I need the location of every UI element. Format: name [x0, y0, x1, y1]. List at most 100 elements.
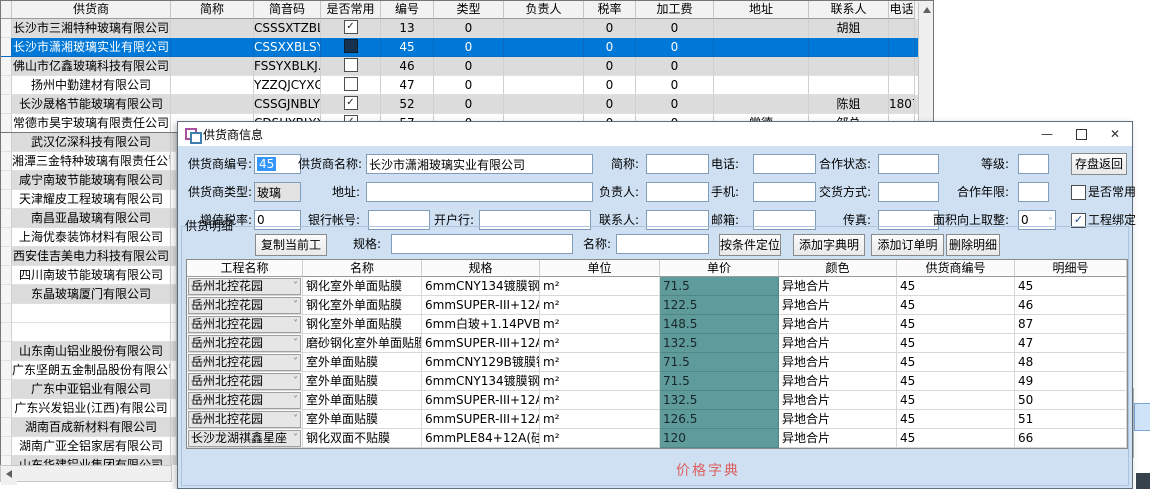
column-header[interactable]: 税率: [584, 1, 636, 19]
minimize-button[interactable]: —: [1030, 122, 1064, 146]
price-cell[interactable]: 71.5: [660, 277, 779, 296]
supplier-row[interactable]: 长沙市三湘特种玻璃有限公司CSSSXTZBL...13000胡姐: [1, 19, 933, 38]
address-cell[interactable]: [714, 76, 809, 95]
tax-cell[interactable]: 0: [584, 38, 636, 57]
supplier-name-cell[interactable]: 长沙晟格节能玻璃有限公司: [12, 95, 171, 114]
list-item[interactable]: 湖南广亚全铝家居有限公司: [1, 437, 177, 456]
id-cell[interactable]: 45: [381, 38, 434, 57]
supplier-name-cell[interactable]: 西安佳吉美电力科技有限公司: [12, 247, 171, 266]
add-dict-detail-button[interactable]: 添加字典明细: [793, 234, 865, 256]
abbr-cell[interactable]: [171, 76, 254, 95]
fee-cell[interactable]: 0: [636, 19, 714, 38]
phone-cell[interactable]: [889, 57, 915, 76]
common-use-cell[interactable]: [321, 38, 381, 57]
project-combobox[interactable]: 岳州北控花园˅: [188, 392, 301, 409]
tax-cell[interactable]: 0: [584, 95, 636, 114]
list-item[interactable]: 上海优泰装饰材料有限公司: [1, 228, 177, 247]
delivery-input[interactable]: [878, 182, 939, 202]
supplier-id-input[interactable]: 45: [254, 154, 301, 174]
supplier-id-cell[interactable]: 45: [897, 277, 1015, 296]
product-name-cell[interactable]: 钢化双面不贴膜: [303, 429, 422, 448]
list-item[interactable]: 山东华建铝业集团有限公司: [1, 456, 177, 465]
abbr-input[interactable]: [646, 154, 709, 174]
list-item[interactable]: 山东南山铝业股份有限公司: [1, 342, 177, 361]
supplier-id-cell[interactable]: 45: [897, 334, 1015, 353]
abbr-cell[interactable]: [171, 57, 254, 76]
spec-cell[interactable]: 6mmSUPER-III+12A(硅...: [422, 391, 540, 410]
detail-row[interactable]: 岳州北控花园˅室外单面贴膜6mmSUPER-III+12A(硅...m²132.…: [187, 391, 1127, 410]
project-combobox[interactable]: 岳州北控花园˅: [188, 373, 301, 390]
color-cell[interactable]: 异地合片: [779, 353, 897, 372]
project-cell[interactable]: 岳州北控花园˅: [187, 372, 303, 391]
contact-cell[interactable]: 胡姐: [809, 19, 889, 38]
address-input[interactable]: [366, 182, 593, 202]
supplier-row[interactable]: 扬州中勤建材有限公司YZZQJCYXGS47000: [1, 76, 933, 95]
supplier-name-cell[interactable]: 南昌亚晶玻璃有限公司: [12, 209, 171, 228]
phone-cell[interactable]: 180751: [889, 95, 915, 114]
id-cell[interactable]: 52: [381, 95, 434, 114]
detail-id-cell[interactable]: 50: [1015, 391, 1127, 410]
column-header[interactable]: 简音码: [254, 1, 321, 19]
checkbox-icon[interactable]: [344, 58, 358, 72]
supplier-id-cell[interactable]: 45: [897, 296, 1015, 315]
manager-cell[interactable]: [504, 38, 584, 57]
list-item[interactable]: 广东兴发铝业(江西)有限公司: [1, 399, 177, 418]
supplier-name-input[interactable]: [366, 154, 593, 174]
unit-cell[interactable]: m²: [540, 353, 660, 372]
detail-row[interactable]: 岳州北控花园˅室外单面贴膜6mmCNY134镀膜钢化m²71.5异地合片4549: [187, 372, 1127, 391]
unit-cell[interactable]: m²: [540, 410, 660, 429]
list-item[interactable]: 湘潭三金特种玻璃有限责任公司: [1, 152, 177, 171]
price-cell[interactable]: 71.5: [660, 353, 779, 372]
dialog-titlebar[interactable]: 供货商信息 — ✕: [178, 122, 1132, 146]
spec-cell[interactable]: 6mmCNY129B镀膜钢化: [422, 353, 540, 372]
copy-project-button[interactable]: 复制当前工程: [255, 234, 327, 256]
code-cell[interactable]: FSSYXBLKJ...: [254, 57, 321, 76]
detail-column-header[interactable]: 单位: [540, 260, 660, 277]
supplier-name-cell[interactable]: 湖南百成新材料有限公司: [12, 418, 171, 437]
coop-status-input[interactable]: [878, 154, 939, 174]
name-input[interactable]: [616, 234, 709, 254]
id-cell[interactable]: 47: [381, 76, 434, 95]
fee-cell[interactable]: 0: [636, 57, 714, 76]
supplier-id-cell[interactable]: 45: [897, 391, 1015, 410]
detail-id-cell[interactable]: 66: [1015, 429, 1127, 448]
project-combobox[interactable]: 岳州北控花园˅: [188, 278, 301, 295]
list-item[interactable]: 四川南玻节能玻璃有限公司: [1, 266, 177, 285]
manager-input[interactable]: [646, 182, 709, 202]
type-cell[interactable]: 0: [434, 57, 504, 76]
color-cell[interactable]: 异地合片: [779, 410, 897, 429]
detail-column-header[interactable]: 名称: [303, 260, 422, 277]
detail-row[interactable]: 岳州北控花园˅钢化室外单面贴膜6mmSUPER-III+12A(硅...m²12…: [187, 296, 1127, 315]
column-header[interactable]: 负责人: [504, 1, 584, 19]
supplier-name-cell[interactable]: 湖南广亚全铝家居有限公司: [12, 437, 171, 456]
column-header[interactable]: 编号: [381, 1, 434, 19]
save-return-button[interactable]: 存盘返回: [1071, 153, 1127, 175]
abbr-cell[interactable]: [171, 95, 254, 114]
project-combobox[interactable]: 岳州北控花园˅: [188, 316, 301, 333]
list-item[interactable]: 南昌亚晶玻璃有限公司: [1, 209, 177, 228]
common-use-cell[interactable]: [321, 76, 381, 95]
spec-cell[interactable]: 6mm白玻+1.14PVB+6mm...: [422, 315, 540, 334]
contact-cell[interactable]: [809, 38, 889, 57]
price-cell[interactable]: 71.5: [660, 372, 779, 391]
close-button[interactable]: ✕: [1098, 122, 1132, 146]
project-cell[interactable]: 岳州北控花园˅: [187, 410, 303, 429]
detail-column-header[interactable]: 单价: [660, 260, 779, 277]
tax-cell[interactable]: 0: [584, 76, 636, 95]
checkbox-icon[interactable]: [344, 77, 358, 91]
address-cell[interactable]: [714, 95, 809, 114]
fee-cell[interactable]: 0: [636, 95, 714, 114]
project-combobox[interactable]: 岳州北控花园˅: [188, 335, 301, 352]
mobile-input[interactable]: [753, 182, 816, 202]
detail-id-cell[interactable]: 46: [1015, 296, 1127, 315]
detail-row[interactable]: 岳州北控花园˅室外单面贴膜6mmCNY129B镀膜钢化m²71.5异地合片454…: [187, 353, 1127, 372]
spec-cell[interactable]: 6mmPLE84+12A(硅酮胶...: [422, 429, 540, 448]
project-cell[interactable]: 长沙龙湖祺鑫星座˅: [187, 429, 303, 448]
project-cell[interactable]: 岳州北控花园˅: [187, 353, 303, 372]
supplier-name-cell[interactable]: 东晶玻璃厦门有限公司: [12, 285, 171, 304]
common-use-cell[interactable]: [321, 57, 381, 76]
price-cell[interactable]: 148.5: [660, 315, 779, 334]
list-item[interactable]: 武汉亿深科技有限公司: [1, 133, 177, 152]
product-name-cell[interactable]: 磨砂钢化室外单面贴膜: [303, 334, 422, 353]
type-cell[interactable]: 0: [434, 19, 504, 38]
